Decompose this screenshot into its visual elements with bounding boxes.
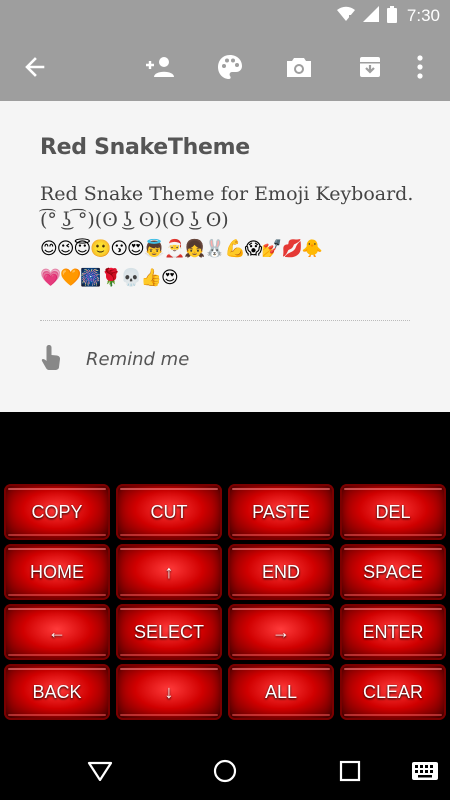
- note-body[interactable]: Red Snake Theme for Emoji Keyboard. (͡° …: [40, 181, 420, 233]
- status-bar: 7:30: [0, 0, 450, 32]
- home-circle-icon[interactable]: [210, 758, 240, 784]
- key-all[interactable]: ALL: [228, 664, 334, 720]
- remind-me-label: Remind me: [86, 348, 190, 370]
- battery-icon: [386, 5, 397, 27]
- key-arrow-right[interactable]: →: [228, 604, 334, 660]
- toolbar: [0, 32, 450, 101]
- key-home[interactable]: HOME: [4, 544, 110, 600]
- arrow-left-icon[interactable]: [20, 52, 50, 82]
- key-select[interactable]: SELECT: [116, 604, 222, 660]
- signal-icon: [362, 6, 379, 26]
- note-content: Red SnakeTheme Red Snake Theme for Emoji…: [0, 101, 450, 412]
- key-arrow-up[interactable]: ↑: [116, 544, 222, 600]
- back-triangle-icon[interactable]: [85, 758, 115, 784]
- status-time: 7:30: [406, 6, 440, 25]
- keyboard-icon[interactable]: [410, 758, 440, 784]
- add-person-icon[interactable]: [145, 52, 175, 82]
- key-arrow-down[interactable]: ↓: [116, 664, 222, 720]
- keyboard: COPY CUT PASTE DEL HOME ↑ END SPACE ← SE…: [0, 412, 450, 742]
- note-emoji-row: 😊😉😇🙂😗😍👼🎅👧🐰💪😱💅💋🐥: [40, 239, 323, 259]
- note-emoji-row: 💗🧡🎆🌹💀👍😍: [40, 268, 179, 288]
- note-kaomoji-line: (͡° ͜ʖ ͡°)(ʘ ͜ʖ ʘ)(ʘ ͜ʖ ʘ): [40, 209, 229, 231]
- key-back[interactable]: BACK: [4, 664, 110, 720]
- key-clear[interactable]: CLEAR: [340, 664, 446, 720]
- key-arrow-left[interactable]: ←: [4, 604, 110, 660]
- camera-icon[interactable]: [284, 52, 314, 82]
- key-copy[interactable]: COPY: [4, 484, 110, 540]
- key-cut[interactable]: CUT: [116, 484, 222, 540]
- key-del[interactable]: DEL: [340, 484, 446, 540]
- palette-icon[interactable]: [215, 52, 245, 82]
- key-enter[interactable]: ENTER: [340, 604, 446, 660]
- note-title: Red SnakeTheme: [40, 135, 250, 160]
- touch-hand-icon: [40, 343, 64, 375]
- wifi-icon: [336, 6, 355, 26]
- key-space[interactable]: SPACE: [340, 544, 446, 600]
- key-end[interactable]: END: [228, 544, 334, 600]
- archive-icon[interactable]: [355, 52, 385, 82]
- note-body-line: Red Snake Theme for Emoji Keyboard.: [40, 183, 414, 205]
- recents-square-icon[interactable]: [335, 758, 365, 784]
- key-paste[interactable]: PASTE: [228, 484, 334, 540]
- more-vert-icon[interactable]: [405, 52, 435, 82]
- divider: [40, 320, 410, 321]
- navigation-bar: [0, 742, 450, 800]
- remind-me-row[interactable]: Remind me: [40, 341, 189, 377]
